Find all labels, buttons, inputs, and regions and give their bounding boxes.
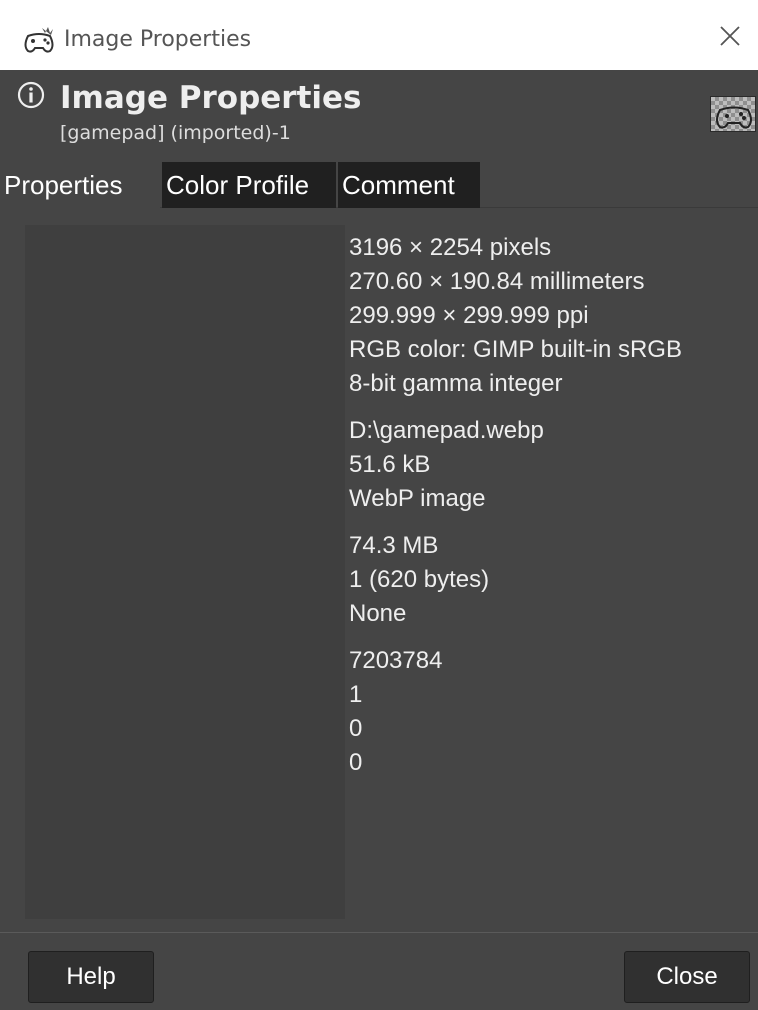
size-in-memory-value: 74.3 MB xyxy=(349,532,439,559)
color-space-value: RGB color: GIMP built-in sRGB xyxy=(349,336,682,363)
number-of-layers-value: 1 xyxy=(349,681,363,708)
undo-steps-value: 1 (620 bytes) xyxy=(349,566,490,593)
tab-comment[interactable]: Comment xyxy=(338,162,480,208)
image-properties-dialog: Image Properties [gamepad] (imported)-1 … xyxy=(0,70,758,1010)
window-title: Image Properties xyxy=(64,27,252,52)
property-labels-column xyxy=(25,225,345,919)
redo-steps-value: None xyxy=(349,600,407,627)
pixel-size-value: 3196 × 2254 pixels xyxy=(349,234,552,261)
button-separator xyxy=(0,932,758,933)
file-name-value: D:\gamepad.webp xyxy=(349,417,544,444)
help-button[interactable]: Help xyxy=(28,951,154,1003)
tab-color-profile[interactable]: Color Profile xyxy=(162,162,336,208)
properties-panel: 3196 × 2254 pixels 270.60 × 190.84 milli… xyxy=(0,209,758,931)
memory-info-group: 74.3 MB 1 (620 bytes) None xyxy=(349,529,757,631)
tab-properties[interactable]: Properties xyxy=(0,162,160,208)
info-icon xyxy=(16,80,46,110)
number-of-paths-value: 0 xyxy=(349,749,363,776)
file-info-group: D:\gamepad.webp 51.6 kB WebP image xyxy=(349,414,757,516)
window-titlebar: Image Properties xyxy=(0,0,758,70)
precision-value: 8-bit gamma integer xyxy=(349,370,563,397)
dialog-title: Image Properties xyxy=(60,80,362,116)
gamepad-thumbnail-icon xyxy=(710,96,756,132)
gamepad-icon xyxy=(22,24,56,56)
number-of-pixels-value: 7203784 xyxy=(349,647,443,674)
file-size-value: 51.6 kB xyxy=(349,451,431,478)
print-size-value: 270.60 × 190.84 millimeters xyxy=(349,268,645,295)
image-name-subtitle: [gamepad] (imported)-1 xyxy=(60,122,291,144)
file-type-value: WebP image xyxy=(349,485,486,512)
property-values: 3196 × 2254 pixels 270.60 × 190.84 milli… xyxy=(349,231,757,793)
tab-bar: Properties Color Profile Comment xyxy=(0,162,758,208)
dialog-header: Image Properties [gamepad] (imported)-1 xyxy=(0,70,758,162)
count-info-group: 7203784 1 0 0 xyxy=(349,644,757,780)
resolution-value: 299.999 × 299.999 ppi xyxy=(349,302,589,329)
close-icon[interactable] xyxy=(716,22,744,50)
image-size-group: 3196 × 2254 pixels 270.60 × 190.84 milli… xyxy=(349,231,757,401)
close-button[interactable]: Close xyxy=(624,951,750,1003)
number-of-channels-value: 0 xyxy=(349,715,363,742)
